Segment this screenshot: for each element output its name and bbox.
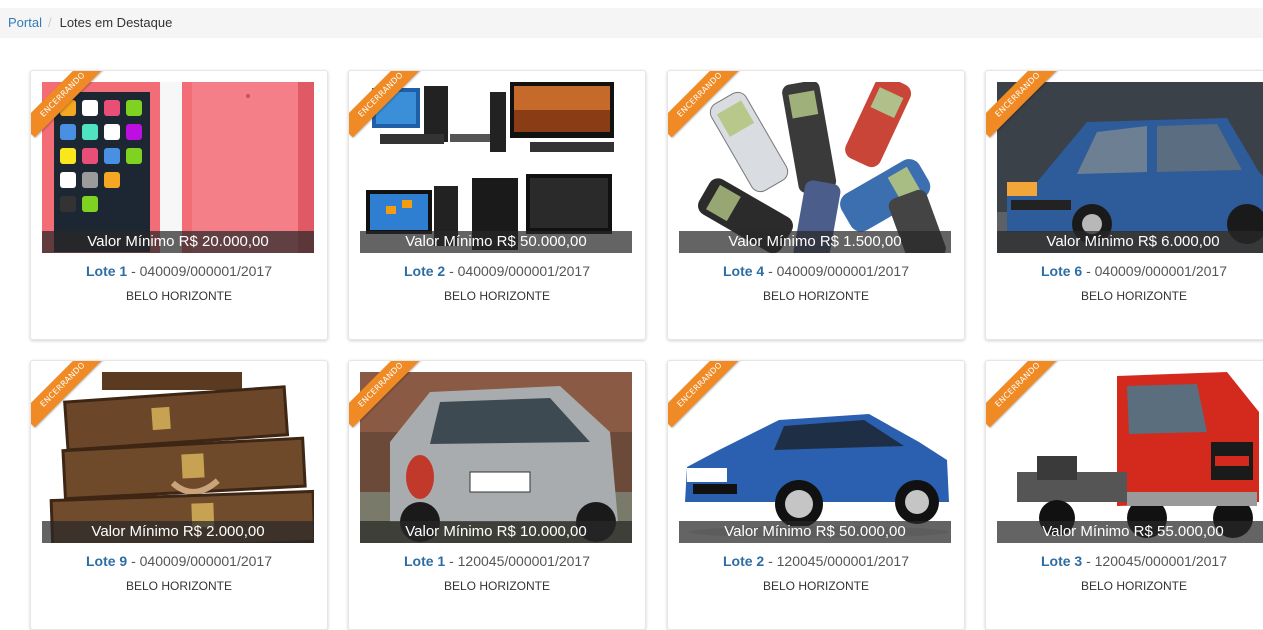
lot-city: BELO HORIZONTE [125, 289, 232, 303]
breadcrumb-separator: / [47, 15, 52, 30]
lot-process-number: - 040009/000001/2017 [127, 553, 273, 569]
bmw-image [679, 372, 951, 543]
lot-link[interactable]: Lote 3 [1041, 553, 1082, 569]
lot-process-number: - 040009/000001/2017 [127, 263, 273, 279]
lot-card[interactable]: ENCERRANDO Valor Mínimo R$ 55.000,00 Lot… [985, 360, 1263, 630]
lot-link[interactable]: Lote 9 [86, 553, 127, 569]
lot-city: BELO HORIZONTE [1080, 289, 1187, 303]
lot-image-computers[interactable] [360, 82, 632, 253]
suitcases-image [42, 372, 314, 543]
lot-city: BELO HORIZONTE [762, 579, 869, 593]
minimum-price: Valor Mínimo R$ 55.000,00 [997, 521, 1263, 543]
lot-process-number: - 120045/000001/2017 [445, 553, 591, 569]
minimum-price: Valor Mínimo R$ 50.000,00 [360, 231, 632, 253]
lot-card[interactable]: ENCERRANDO Valor Mínimo R$ 50.000,00 Lot… [667, 360, 965, 630]
lot-title: Lote 2 - 120045/000001/2017 [668, 553, 964, 569]
lot-title: Lote 1 - 040009/000001/2017 [31, 263, 327, 279]
lot-image-silver-car[interactable] [360, 372, 632, 543]
lot-link[interactable]: Lote 2 [723, 553, 764, 569]
minimum-price: Valor Mínimo R$ 6.000,00 [997, 231, 1263, 253]
lot-link[interactable]: Lote 4 [723, 263, 764, 279]
computers-image [360, 82, 632, 253]
lot-process-number: - 040009/000001/2017 [445, 263, 591, 279]
lot-card[interactable]: ENCERRANDO Valor Mínimo R$ 1.500,00 Lote… [667, 70, 965, 340]
lot-title: Lote 6 - 040009/000001/2017 [986, 263, 1263, 279]
breadcrumb-current: Lotes em Destaque [59, 15, 173, 30]
lot-city: BELO HORIZONTE [762, 289, 869, 303]
lot-image-truck[interactable] [997, 372, 1263, 543]
lot-link[interactable]: Lote 2 [404, 263, 445, 279]
breadcrumb-portal-link[interactable]: Portal [8, 15, 42, 30]
lot-image-pink-phone[interactable] [42, 82, 314, 253]
lot-link[interactable]: Lote 1 [404, 553, 445, 569]
lot-image-blue-car[interactable] [997, 82, 1263, 253]
lot-card[interactable]: ENCERRANDO Valor Mínimo R$ 20.000,00 Lot… [30, 70, 328, 340]
lot-card[interactable]: ENCERRANDO Valor Mínimo R$ 6.000,00 Lote… [985, 70, 1263, 340]
lot-image-bmw[interactable] [679, 372, 951, 543]
old-phones-image [679, 82, 951, 253]
breadcrumb: Portal / Lotes em Destaque [0, 8, 1263, 38]
lot-link[interactable]: Lote 1 [86, 263, 127, 279]
blue-car-image [997, 82, 1263, 253]
lot-title: Lote 1 - 120045/000001/2017 [349, 553, 645, 569]
lot-title: Lote 2 - 040009/000001/2017 [349, 263, 645, 279]
lot-city: BELO HORIZONTE [443, 289, 550, 303]
lot-city: BELO HORIZONTE [125, 579, 232, 593]
minimum-price: Valor Mínimo R$ 20.000,00 [42, 231, 314, 253]
pink-phone-image [42, 82, 314, 253]
lots-grid: ENCERRANDO Valor Mínimo R$ 20.000,00 Lot… [30, 70, 1263, 630]
truck-image [997, 372, 1263, 543]
lot-title: Lote 3 - 120045/000001/2017 [986, 553, 1263, 569]
lot-title: Lote 9 - 040009/000001/2017 [31, 553, 327, 569]
lot-card[interactable]: ENCERRANDO Valor Mínimo R$ 2.000,00 Lote… [30, 360, 328, 630]
lot-process-number: - 040009/000001/2017 [1082, 263, 1228, 279]
lot-process-number: - 120045/000001/2017 [1082, 553, 1228, 569]
lot-image-suitcases[interactable] [42, 372, 314, 543]
minimum-price: Valor Mínimo R$ 10.000,00 [360, 521, 632, 543]
lot-link[interactable]: Lote 6 [1041, 263, 1082, 279]
silver-car-image [360, 372, 632, 543]
minimum-price: Valor Mínimo R$ 2.000,00 [42, 521, 314, 543]
lot-image-old-phones[interactable] [679, 82, 951, 253]
lot-process-number: - 040009/000001/2017 [764, 263, 910, 279]
lot-process-number: - 120045/000001/2017 [764, 553, 910, 569]
lot-city: BELO HORIZONTE [443, 579, 550, 593]
minimum-price: Valor Mínimo R$ 1.500,00 [679, 231, 951, 253]
minimum-price: Valor Mínimo R$ 50.000,00 [679, 521, 951, 543]
lot-card[interactable]: ENCERRANDO Valor Mínimo R$ 50.000,00 Lot… [348, 70, 646, 340]
lot-card[interactable]: ENCERRANDO Valor Mínimo R$ 10.000,00 Lot… [348, 360, 646, 630]
lot-title: Lote 4 - 040009/000001/2017 [668, 263, 964, 279]
lot-city: BELO HORIZONTE [1080, 579, 1187, 593]
